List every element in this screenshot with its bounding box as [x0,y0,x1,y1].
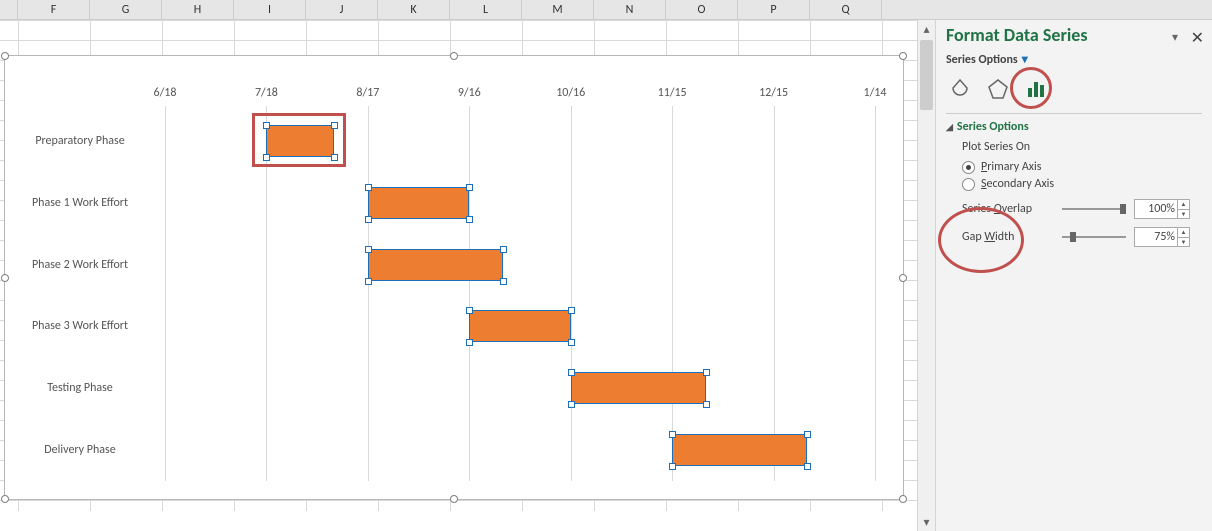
selection-handle[interactable] [500,246,507,253]
column-header[interactable]: M [522,0,594,19]
data-bar[interactable] [469,310,570,342]
secondary-axis-radio[interactable]: Secondary Axis [962,177,1202,191]
radio-icon [962,161,975,174]
selection-handle[interactable] [669,431,676,438]
pane-close-button[interactable]: ✕ [1191,28,1204,48]
series-options-dropdown-label: Series Options [946,53,1018,67]
x-axis-tick: 6/18 [154,86,177,100]
scroll-up-button[interactable]: ▴ [918,20,935,38]
y-axis-category: Phase 2 Work Effort [5,258,155,272]
column-header[interactable]: F [18,0,90,19]
series-options-dropdown[interactable]: Series Options ▾ [946,52,1202,67]
data-bar[interactable] [672,434,807,466]
y-axis-category: Phase 3 Work Effort [5,319,155,333]
chart-resize-handle[interactable] [1,52,9,60]
selection-handle[interactable] [466,184,473,191]
radio-icon [962,178,975,191]
series-options-section-header[interactable]: ◢ Series Options [946,120,1202,134]
y-axis-category: Preparatory Phase [5,134,155,148]
collapse-triangle-icon: ◢ [946,122,953,133]
x-axis-tick: 9/16 [458,86,481,100]
secondary-axis-label: Secondary Axis [981,177,1054,191]
selection-handle[interactable] [568,339,575,346]
plot-area[interactable]: 6/18 7/18 8/17 9/16 10/16 11/15 12/15 1/14 Prepa… [5,86,885,481]
column-header[interactable]: N [594,0,666,19]
data-bar[interactable] [368,249,503,281]
chart-resize-handle[interactable] [899,495,907,503]
chevron-down-icon: ▾ [1022,52,1028,67]
y-axis-category: Testing Phase [5,381,155,395]
gap-width-slider[interactable] [1062,231,1126,243]
column-header[interactable]: I [234,0,306,19]
selection-handle[interactable] [365,216,372,223]
selection-handle[interactable] [568,369,575,376]
column-headers: FGHIJKLMNOPQ [0,0,1212,20]
gap-width-value: 75% [1154,230,1175,244]
pane-title: Format Data Series [946,24,1202,46]
primary-axis-label: Primary Axis [981,160,1041,174]
series-overlap-input[interactable]: 100% ▲▼ [1134,199,1190,219]
selection-handle[interactable] [703,369,710,376]
annotation-rectangle [252,113,346,167]
selection-handle[interactable] [365,184,372,191]
column-header[interactable]: O [666,0,738,19]
vertical-scrollbar[interactable]: ▴ ▾ [917,20,935,531]
x-axis-tick: 7/18 [255,86,278,100]
format-data-series-pane: Format Data Series ▾ ✕ Series Options ▾ [935,20,1212,531]
primary-axis-radio[interactable]: Primary Axis [962,160,1202,174]
effects-icon[interactable] [984,75,1012,103]
selection-handle[interactable] [365,246,372,253]
data-bar[interactable] [571,372,706,404]
selection-handle[interactable] [669,463,676,470]
gap-width-row: Gap Width 75% ▲▼ [946,227,1202,247]
data-bar[interactable] [368,187,469,219]
x-axis-tick: 12/15 [759,86,788,100]
gap-width-input[interactable]: 75% ▲▼ [1134,227,1190,247]
selection-handle[interactable] [568,401,575,408]
selection-handle[interactable] [804,431,811,438]
plot-series-on-label: Plot Series On [962,140,1202,154]
chart-resize-handle[interactable] [899,274,907,282]
chart-resize-handle[interactable] [450,495,458,503]
annotation-circle [1010,67,1052,109]
spinner[interactable]: ▲▼ [1177,228,1189,246]
column-header[interactable]: P [738,0,810,19]
selection-handle[interactable] [568,307,575,314]
section-header-label: Series Options [957,120,1029,134]
x-axis-tick: 10/16 [556,86,585,100]
selection-handle[interactable] [466,216,473,223]
column-header[interactable]: H [162,0,234,19]
format-category-icons [946,75,1202,103]
scroll-down-button[interactable]: ▾ [918,513,935,531]
x-axis-tick: 1/14 [864,86,887,100]
chart-object[interactable]: 6/18 7/18 8/17 9/16 10/16 11/15 12/15 1/14 Prepa… [4,55,904,500]
fill-line-icon[interactable] [946,75,974,103]
series-overlap-value: 100% [1148,202,1175,216]
column-header[interactable]: K [378,0,450,19]
selection-handle[interactable] [466,307,473,314]
chart-resize-handle[interactable] [899,52,907,60]
selection-handle[interactable] [804,463,811,470]
y-axis-category: Delivery Phase [5,443,155,457]
x-axis-tick: 8/17 [356,86,379,100]
annotation-circle [938,207,1024,273]
scroll-track[interactable] [918,38,935,513]
selection-handle[interactable] [500,278,507,285]
spinner[interactable]: ▲▼ [1177,200,1189,218]
x-axis-tick: 11/15 [658,86,687,100]
y-axis-category: Phase 1 Work Effort [5,196,155,210]
chart-resize-handle[interactable] [1,495,9,503]
worksheet-area[interactable]: 6/18 7/18 8/17 9/16 10/16 11/15 12/15 1/14 Prepa… [0,20,917,511]
selection-handle[interactable] [365,278,372,285]
chart-resize-handle[interactable] [450,52,458,60]
column-header[interactable]: L [450,0,522,19]
series-overlap-slider[interactable] [1062,203,1126,215]
scroll-thumb[interactable] [920,40,933,110]
selection-handle[interactable] [466,339,473,346]
pane-menu-button[interactable]: ▾ [1172,30,1178,45]
selection-handle[interactable] [703,401,710,408]
column-header[interactable]: J [306,0,378,19]
column-header[interactable]: Q [810,0,882,19]
column-header[interactable]: G [90,0,162,19]
